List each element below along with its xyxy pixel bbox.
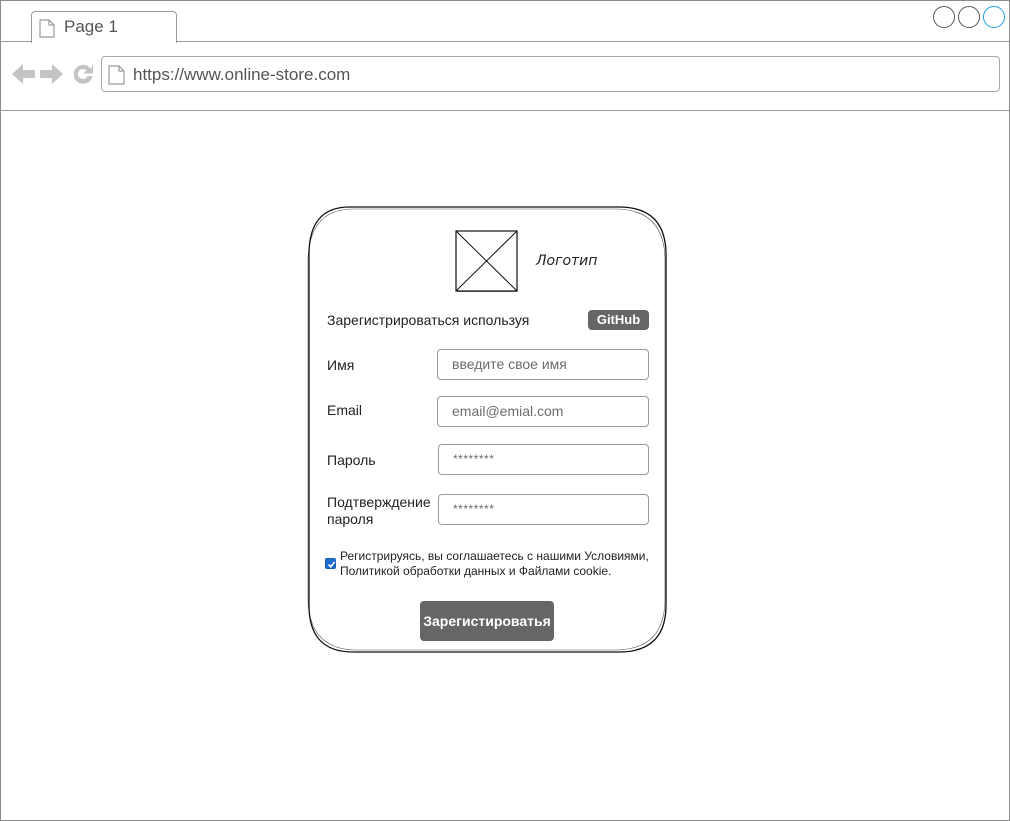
reload-icon[interactable]	[71, 62, 95, 86]
email-label: Email	[327, 402, 363, 418]
close-icon[interactable]	[983, 6, 1005, 28]
navigation-bar: https://www.online-store.com	[1, 42, 1009, 111]
address-bar[interactable]: https://www.online-store.com	[101, 56, 1000, 92]
agree-terms-text: Регистрируясь, вы соглашаетесь с нашими …	[340, 549, 649, 578]
minimize-icon[interactable]	[933, 6, 955, 28]
name-input[interactable]: введите свое имя	[437, 349, 649, 380]
back-arrow-icon[interactable]	[11, 62, 36, 86]
checkmark-icon	[327, 561, 336, 569]
agree-checkbox[interactable]	[325, 558, 336, 569]
page-icon	[39, 19, 55, 43]
name-label: Имя	[327, 357, 355, 373]
github-button[interactable]: GitHub	[588, 310, 649, 330]
confirm-password-label: Подтверждение пароля	[327, 494, 431, 527]
forward-arrow-icon[interactable]	[39, 62, 64, 86]
window-controls	[933, 6, 1005, 28]
confirm-password-input[interactable]: ********	[438, 494, 649, 525]
nav-buttons	[11, 62, 95, 86]
tab-label: Page 1	[64, 17, 118, 36]
page-icon	[108, 65, 125, 90]
logo-placeholder-image	[455, 230, 519, 293]
tab-strip: Page 1	[1, 1, 1009, 43]
maximize-icon[interactable]	[958, 6, 980, 28]
browser-tab[interactable]: Page 1	[31, 11, 177, 43]
logo-label: Логотип	[536, 253, 598, 269]
register-button[interactable]: Зарегистироватья	[420, 601, 554, 641]
email-input[interactable]: email@emial.com	[437, 396, 649, 427]
password-label: Пароль	[327, 452, 376, 468]
password-input[interactable]: ********	[438, 444, 649, 475]
url-text: https://www.online-store.com	[133, 65, 351, 84]
browser-window: Page 1 https://www.online-store.com Лого…	[0, 0, 1010, 821]
signup-with-label: Зарегистрироваться используя	[327, 312, 530, 328]
